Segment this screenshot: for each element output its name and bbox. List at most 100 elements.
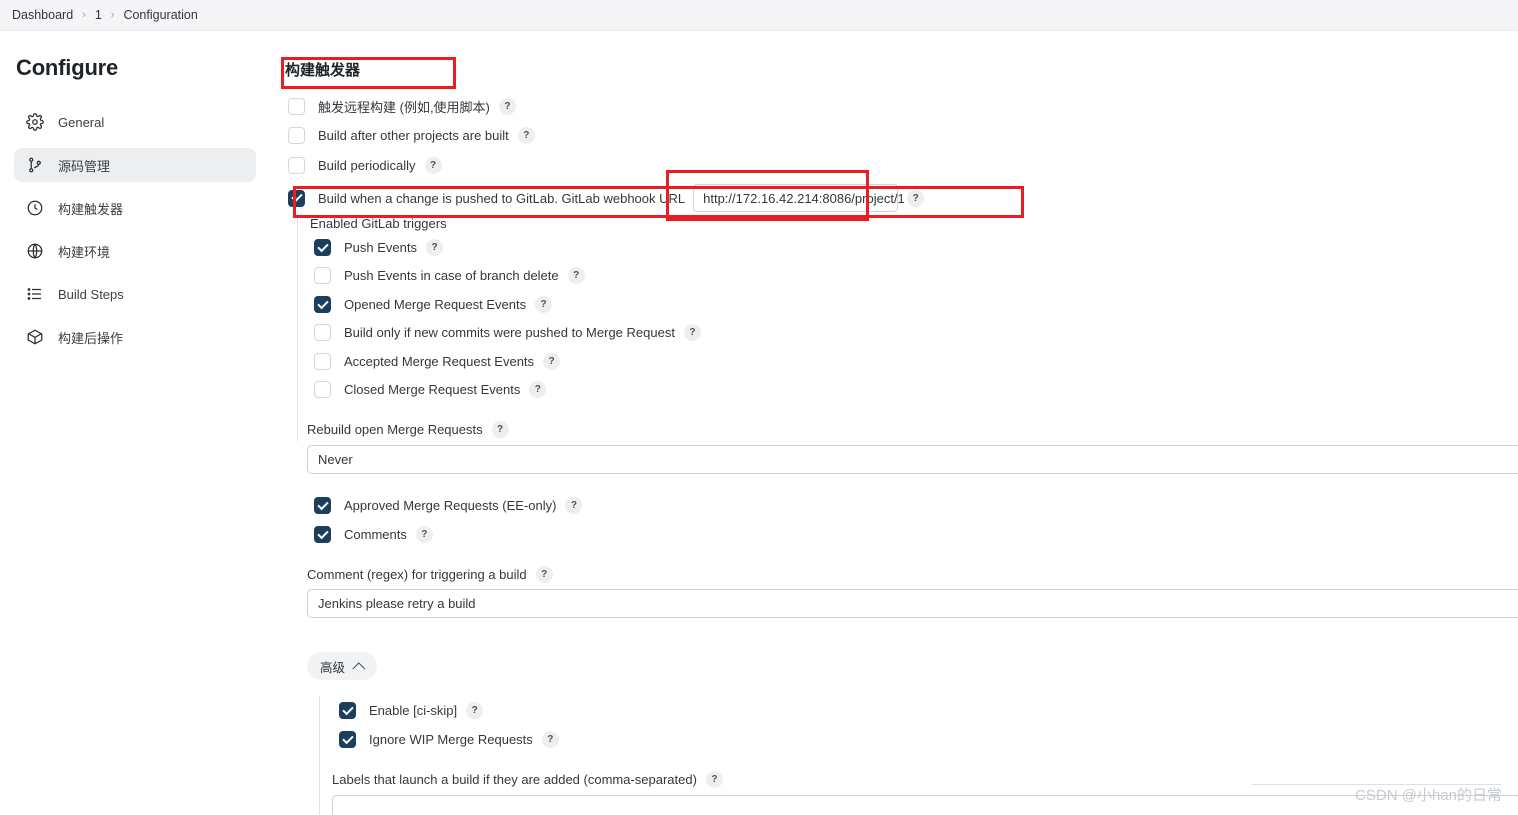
help-icon[interactable]: ? (683, 324, 701, 341)
event-row-new-commits-mr: Build only if new commits were pushed to… (314, 324, 701, 341)
breadcrumb-item-job[interactable]: 1 (95, 8, 102, 22)
checkbox-label: Opened Merge Request Events (344, 297, 527, 312)
checkbox-accepted-merge-request-events[interactable] (314, 353, 331, 370)
help-icon[interactable]: ? (498, 98, 516, 115)
help-icon[interactable]: ? (907, 189, 925, 207)
help-icon[interactable]: ? (567, 267, 585, 284)
checkbox-closed-merge-request-events[interactable] (314, 381, 331, 398)
checkbox-label: 触发远程构建 (例如,使用脚本) (318, 100, 490, 115)
help-icon[interactable]: ? (466, 702, 484, 719)
field-label-text: Labels that launch a build if they are a… (332, 772, 697, 787)
sidebar-item-label: 构建后操作 (58, 330, 124, 346)
checkbox-push-events-branch-delete[interactable] (314, 267, 331, 284)
sidebar-item-build-environment[interactable]: 构建环境 (14, 234, 256, 268)
advanced-nesting-guide-line (319, 696, 320, 815)
checkbox-ignore-wip-merge-requests[interactable] (339, 731, 356, 748)
event-row-push-branch-delete: Push Events in case of branch delete ? (314, 267, 585, 284)
help-icon[interactable]: ? (491, 421, 509, 438)
sidebar-item-source-control[interactable]: 源码管理 (14, 148, 256, 182)
sidebar-item-build-triggers[interactable]: 构建触发器 (14, 191, 256, 225)
breadcrumb-item-dashboard[interactable]: Dashboard (12, 8, 73, 22)
checkbox-approved-merge-requests[interactable] (314, 497, 331, 514)
checkbox-comments[interactable] (314, 526, 331, 543)
comment-regex-label: Comment (regex) for triggering a build ? (307, 566, 553, 583)
checkbox-build-only-new-commits[interactable] (314, 324, 331, 341)
sidebar-item-build-steps[interactable]: Build Steps (14, 277, 256, 311)
help-icon[interactable]: ? (541, 731, 559, 748)
trigger-row-periodically: Build periodically ? (288, 157, 442, 174)
sidebar-item-general[interactable]: General (14, 105, 256, 139)
checkbox-label: Push Events (344, 240, 417, 255)
section-heading: 构建触发器 (285, 62, 361, 79)
chevron-up-icon (352, 661, 366, 675)
checkbox-build-after-other-projects[interactable] (288, 127, 305, 144)
checkbox-build-periodically[interactable] (288, 157, 305, 174)
breadcrumb: Dashboard › 1 › Configuration (0, 0, 1518, 31)
nesting-guide-line (297, 211, 298, 441)
sidebar-item-label: Build Steps (58, 286, 124, 302)
checkbox-label: Build when a change is pushed to GitLab.… (318, 190, 686, 206)
sidebar: Configure General 源码管理 构建触发器 构建环境 Build … (0, 31, 272, 815)
help-icon[interactable]: ? (535, 566, 553, 583)
advanced-toggle-button[interactable]: 高级 (307, 652, 378, 680)
branch-icon (26, 156, 44, 174)
trigger-row-remote: 触发远程构建 (例如,使用脚本) ? (288, 97, 516, 116)
checkbox-trigger-remote-build[interactable] (288, 98, 305, 115)
help-icon[interactable]: ? (424, 157, 442, 174)
help-icon[interactable]: ? (415, 526, 433, 543)
checkbox-push-events[interactable] (314, 239, 331, 256)
checkbox-label: Enable [ci-skip] (369, 703, 458, 718)
sidebar-item-post-build-actions[interactable]: 构建后操作 (14, 320, 256, 354)
clock-icon (26, 199, 44, 217)
page-title: Configure (16, 55, 119, 80)
checkbox-label: Accepted Merge Request Events (344, 354, 535, 369)
breadcrumb-separator-icon: › (110, 9, 115, 21)
help-icon[interactable]: ? (426, 239, 443, 256)
checkbox-label: Build after other projects are built (318, 128, 509, 143)
select-value: Never (318, 452, 353, 467)
package-icon (26, 328, 44, 346)
sidebar-item-label: 源码管理 (58, 158, 111, 174)
checkbox-label: Push Events in case of branch delete (344, 268, 559, 283)
breadcrumb-item-configuration[interactable]: Configuration (123, 8, 197, 22)
event-row-closed-mr: Closed Merge Request Events ? (314, 381, 547, 398)
event-row-accepted-mr: Accepted Merge Request Events ? (314, 353, 561, 370)
help-icon[interactable]: ? (705, 771, 723, 788)
help-icon[interactable]: ? (517, 127, 535, 144)
rebuild-open-mr-select[interactable]: Never (307, 445, 1518, 474)
post-row-approved-mr: Approved Merge Requests (EE-only) ? (314, 497, 583, 514)
field-label-text: Comment (regex) for triggering a build (307, 567, 527, 582)
sidebar-item-label: 构建触发器 (58, 201, 124, 217)
labels-launch-build-label: Labels that launch a build if they are a… (332, 771, 723, 788)
steps-icon (26, 285, 44, 303)
sidebar-item-label: General (58, 114, 105, 130)
gitlab-webhook-url-field[interactable]: http://172.16.42.214:8086/project/1 (693, 184, 905, 212)
globe-icon (26, 242, 44, 260)
checkbox-build-on-gitlab-push[interactable] (288, 189, 305, 207)
checkbox-label: Build only if new commits were pushed to… (344, 325, 675, 340)
checkbox-label: Build periodically (318, 158, 416, 173)
field-label-text: Rebuild open Merge Requests (307, 422, 483, 437)
advanced-row-ignore-wip: Ignore WIP Merge Requests ? (339, 731, 559, 748)
help-icon[interactable]: ? (529, 381, 547, 398)
comment-regex-input[interactable]: Jenkins please retry a build (307, 589, 1518, 618)
checkbox-enable-ci-skip[interactable] (339, 702, 356, 719)
trigger-row-gitlab-webhook: Build when a change is pushed to GitLab.… (288, 184, 925, 212)
checkbox-label: Comments (344, 527, 407, 542)
checkbox-label: Closed Merge Request Events (344, 382, 521, 397)
help-icon[interactable]: ? (535, 296, 553, 313)
checkbox-label: Approved Merge Requests (EE-only) (344, 498, 557, 513)
help-icon[interactable]: ? (565, 497, 583, 514)
advanced-row-ci-skip: Enable [ci-skip] ? (339, 702, 484, 719)
main-content: 构建触发器 触发远程构建 (例如,使用脚本) ? Build after oth… (272, 31, 1518, 815)
help-icon[interactable]: ? (543, 353, 561, 370)
labels-launch-build-input[interactable] (332, 795, 1518, 815)
checkbox-opened-merge-request-events[interactable] (314, 296, 331, 313)
event-row-push: Push Events ? (314, 239, 443, 256)
sidebar-item-label: 构建环境 (58, 244, 111, 260)
post-row-comments: Comments ? (314, 526, 433, 543)
trigger-row-after-other-projects: Build after other projects are built ? (288, 127, 535, 144)
rebuild-open-mr-label: Rebuild open Merge Requests ? (307, 421, 509, 438)
enabled-gitlab-triggers-label: Enabled GitLab triggers (310, 216, 447, 231)
breadcrumb-separator-icon: › (82, 9, 86, 21)
